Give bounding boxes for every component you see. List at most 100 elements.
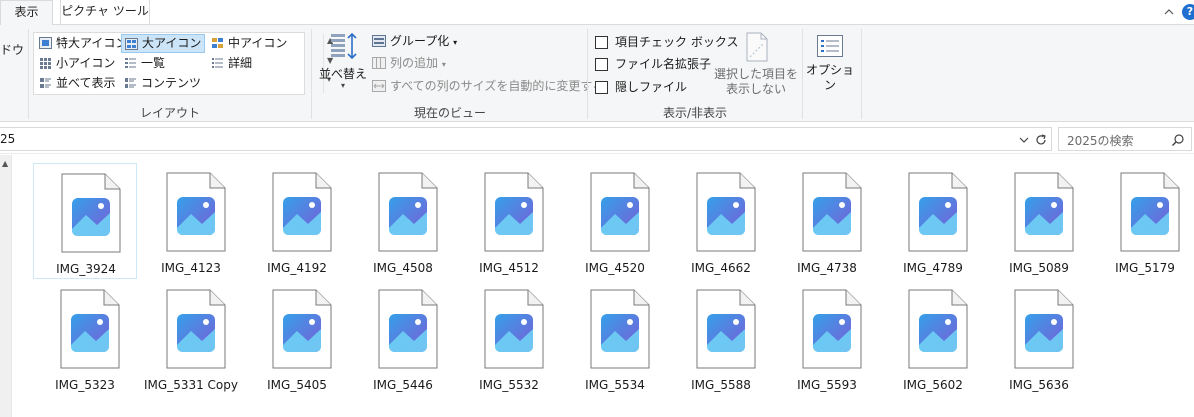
image-file-icon: [1014, 172, 1074, 252]
hidden-items-toggle[interactable]: 隠しファイル: [595, 78, 687, 96]
tab-picture-tools[interactable]: ピクチャ ツール: [60, 0, 150, 24]
address-history-dropdown-icon[interactable]: [1017, 134, 1031, 146]
file-name: IMG_4789: [903, 261, 963, 275]
file-item[interactable]: IMG_5446: [351, 280, 455, 396]
layout-details[interactable]: 詳細: [208, 54, 252, 73]
group-by-label: グループ化: [390, 34, 450, 48]
file-item[interactable]: IMG_5534: [563, 280, 667, 396]
show-hide-group-label: 表示/非表示: [662, 106, 728, 120]
file-name: IMG_5636: [1009, 378, 1069, 392]
search-input[interactable]: 2025の検索: [1067, 132, 1134, 149]
address-bar-row: 25 2025の検索: [0, 124, 1194, 154]
image-file-icon: [696, 289, 756, 369]
file-item[interactable]: IMG_5636: [987, 280, 1091, 396]
size-columns-label: すべての列のサイズを自動的に変更する: [390, 79, 605, 93]
image-file-icon: [61, 173, 121, 253]
large-icons-icon: [125, 38, 138, 50]
file-item[interactable]: IMG_5179: [1093, 163, 1194, 279]
add-columns-button[interactable]: 列の追加 ▾: [370, 54, 446, 72]
image-file-icon: [590, 172, 650, 252]
file-name: IMG_5534: [585, 378, 645, 392]
refresh-icon[interactable]: [1034, 133, 1048, 147]
address-bar[interactable]: 25: [0, 127, 1052, 151]
search-icon[interactable]: [1171, 133, 1185, 147]
options-button[interactable]: オプション: [804, 33, 856, 93]
navigation-pane-scrollbar[interactable]: ▲: [0, 155, 12, 417]
file-item[interactable]: IMG_5331 Copy: [139, 280, 243, 396]
scroll-up-icon[interactable]: ▲: [2, 159, 8, 168]
checkbox-unchecked[interactable]: [595, 81, 608, 94]
layout-content[interactable]: コンテンツ: [121, 74, 201, 93]
file-name: IMG_3924: [56, 262, 116, 276]
ribbon-separator: [802, 29, 803, 119]
group-by-button[interactable]: グループ化 ▾: [370, 32, 457, 50]
image-file-icon: [378, 172, 438, 252]
current-view-group-label: 現在のビュー: [413, 106, 486, 120]
file-item[interactable]: IMG_5588: [669, 280, 773, 396]
extra-large-icons-icon: [39, 37, 52, 49]
file-item[interactable]: IMG_4123: [139, 163, 243, 279]
file-item[interactable]: IMG_4662: [669, 163, 773, 279]
layout-small-icons[interactable]: 小アイコン: [36, 54, 115, 73]
file-name: IMG_4738: [797, 261, 857, 275]
file-item[interactable]: IMG_5405: [245, 280, 349, 396]
image-file-icon: [484, 172, 544, 252]
file-explorer-window: 表示 ピクチャ ツール ? ドウ 特大アイコン 大アイコン 中アイコン 小アイコ…: [0, 0, 1194, 417]
tiles-view-icon: [40, 78, 51, 88]
file-item[interactable]: IMG_5323: [33, 280, 137, 396]
file-item[interactable]: IMG_4520: [563, 163, 667, 279]
layout-label: 小アイコン: [56, 56, 116, 70]
image-file-icon: [908, 289, 968, 369]
file-name: IMG_5331 Copy: [144, 378, 238, 392]
image-file-icon: [908, 172, 968, 252]
details-view-icon: [212, 58, 223, 68]
layout-label: 一覧: [141, 56, 166, 70]
sort-by-button[interactable]: 並べ替え ▾: [318, 31, 368, 90]
file-list-view: ▲ IMG_3924 IMG_4123 IMG_4192 IMG_4508 IMG_45…: [0, 155, 1194, 417]
layout-medium-icons[interactable]: 中アイコン: [208, 34, 287, 53]
collapse-ribbon-icon[interactable]: [1163, 6, 1175, 18]
tab-view[interactable]: 表示: [0, 0, 53, 25]
layout-list[interactable]: 一覧: [121, 54, 165, 73]
image-file-icon: [696, 172, 756, 252]
file-item[interactable]: IMG_4789: [881, 163, 985, 279]
file-item[interactable]: IMG_4192: [245, 163, 349, 279]
size-all-columns-to-fit-button[interactable]: すべての列のサイズを自動的に変更する: [370, 77, 604, 95]
ribbon-separator: [28, 29, 29, 119]
file-name: IMG_4662: [691, 261, 751, 275]
file-name: IMG_4123: [161, 261, 221, 275]
checkbox-unchecked[interactable]: [595, 36, 608, 49]
search-box[interactable]: 2025の検索: [1058, 127, 1192, 151]
checkbox-unchecked[interactable]: [595, 58, 608, 71]
file-item[interactable]: IMG_5602: [881, 280, 985, 396]
image-file-icon: [166, 289, 226, 369]
image-file-icon: [272, 289, 332, 369]
content-view-icon: [125, 78, 136, 88]
image-file-icon: [1120, 172, 1180, 252]
layout-extra-large-icons[interactable]: 特大アイコン: [36, 34, 127, 53]
layout-tiles[interactable]: 並べて表示: [36, 74, 116, 93]
layout-large-icons[interactable]: 大アイコン: [121, 34, 205, 53]
file-item[interactable]: IMG_5089: [987, 163, 1091, 279]
file-item[interactable]: IMG_4512: [457, 163, 561, 279]
file-name-extensions-toggle[interactable]: ファイル名拡張子: [595, 55, 711, 73]
hide-selected-label-line2: 表示しない: [725, 82, 786, 96]
file-item[interactable]: IMG_5593: [775, 280, 879, 396]
navigation-pane-label-fragment[interactable]: ドウ: [0, 41, 24, 58]
add-columns-dropdown-icon: ▾: [441, 60, 446, 69]
hide-selected-items-button[interactable]: 選択した項目を 表示しない: [714, 31, 798, 97]
file-item[interactable]: IMG_5532: [457, 280, 561, 396]
hidden-items-label: 隠しファイル: [615, 80, 688, 94]
help-icon[interactable]: ?: [1182, 4, 1194, 20]
file-name: IMG_5405: [267, 378, 327, 392]
layout-label: 詳細: [228, 56, 253, 70]
options-icon: [817, 35, 843, 57]
file-item[interactable]: IMG_4738: [775, 163, 879, 279]
image-file-icon: [166, 172, 226, 252]
list-view-icon: [125, 58, 136, 68]
file-item[interactable]: IMG_4508: [351, 163, 455, 279]
file-item[interactable]: IMG_3924: [33, 163, 137, 279]
ribbon: ドウ 特大アイコン 大アイコン 中アイコン 小アイコン 一覧 詳細 並べて表示 …: [0, 24, 1194, 122]
small-icons-icon: [40, 58, 51, 69]
add-columns-icon: [372, 57, 386, 69]
